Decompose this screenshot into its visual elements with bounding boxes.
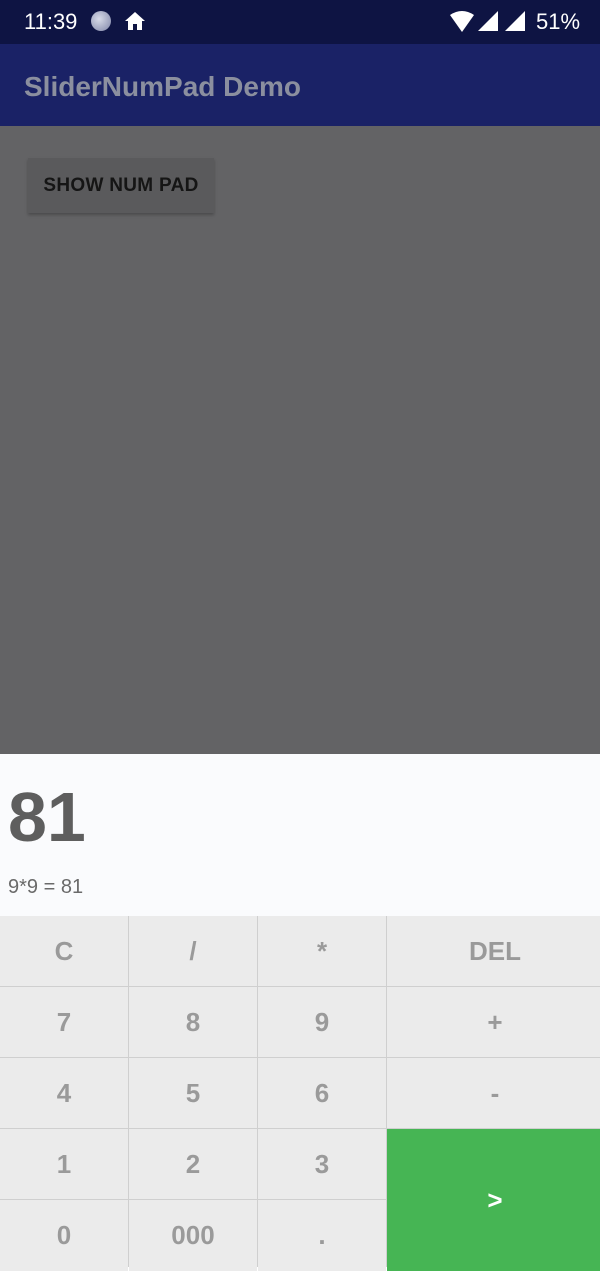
show-num-pad-button[interactable]: SHOW NUM PAD [28,158,214,213]
key-0[interactable]: 0 [0,1200,128,1271]
key-clear[interactable]: C [0,916,128,986]
key-1[interactable]: 1 [0,1129,128,1199]
signal-icon [478,11,498,31]
signal-icon [505,11,525,31]
key-decimal[interactable]: . [258,1200,386,1271]
key-000[interactable]: 000 [129,1200,257,1271]
key-5[interactable]: 5 [129,1058,257,1128]
key-divide[interactable]: / [129,916,257,986]
key-multiply[interactable]: * [258,916,386,986]
key-enter[interactable]: > [387,1129,600,1271]
key-plus[interactable]: + [387,987,600,1057]
status-bar: 11:39 51% [0,0,600,44]
wifi-icon [450,11,474,32]
key-9[interactable]: 9 [258,987,386,1057]
home-icon [125,12,145,30]
expression-text: 9*9 = 81 [8,876,84,898]
notification-dot-icon [91,11,111,31]
key-4[interactable]: 4 [0,1058,128,1128]
numpad-display: 81 9*9 = 81 [0,754,600,916]
key-8[interactable]: 8 [129,987,257,1057]
app-bar: SliderNumPad Demo [0,44,600,126]
key-minus[interactable]: - [387,1058,600,1128]
numpad-keypad: C / * DEL 7 8 9 + 4 5 6 - 1 2 3 > 0 000 … [0,916,600,1271]
app-title: SliderNumPad Demo [24,71,301,102]
dimmed-content-overlay[interactable]: SHOW NUM PAD [0,126,600,754]
key-delete[interactable]: DEL [387,916,600,986]
key-2[interactable]: 2 [129,1129,257,1199]
key-3[interactable]: 3 [258,1129,386,1199]
key-6[interactable]: 6 [258,1058,386,1128]
status-time: 11:39 [24,9,78,34]
battery-level: 51% [536,9,581,34]
key-7[interactable]: 7 [0,987,128,1057]
display-value: 81 [8,778,86,856]
